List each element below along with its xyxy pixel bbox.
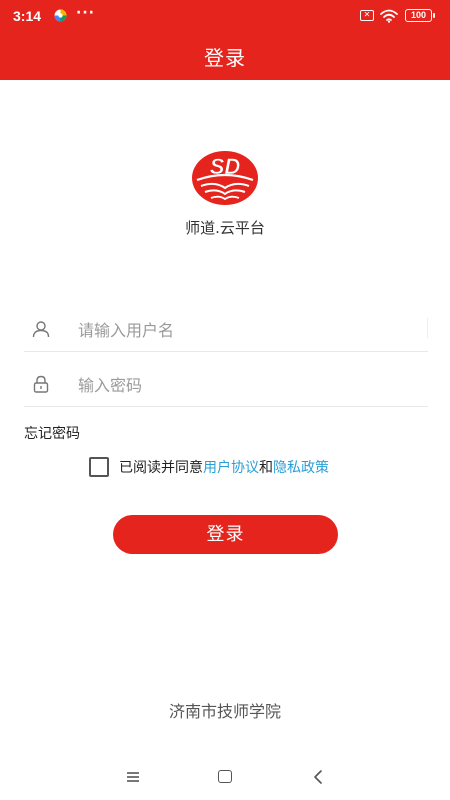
- wifi-icon: [380, 9, 398, 23]
- menu-icon[interactable]: [126, 771, 140, 783]
- password-field: [24, 363, 428, 407]
- privacy-policy-link[interactable]: 隐私政策: [273, 457, 329, 477]
- battery-icon: 100: [405, 9, 435, 22]
- system-nav-bar: [0, 755, 450, 800]
- agree-prefix-text: 已阅读并同意: [119, 460, 203, 476]
- sd-logo: SD: [192, 151, 258, 205]
- home-icon[interactable]: [218, 770, 232, 783]
- school-name: 济南市技师学院: [168, 702, 281, 721]
- forgot-password-link[interactable]: 忘记密码: [24, 423, 80, 443]
- platform-name: 师道.云平台: [185, 219, 265, 237]
- page-title: 登录: [204, 46, 246, 70]
- user-agreement-link[interactable]: 用户协议: [203, 457, 259, 477]
- password-input[interactable]: [78, 371, 418, 399]
- username-field: [24, 308, 428, 352]
- app-header: 3:14 ··· ✕ 100 登录: [0, 0, 450, 80]
- status-more-dots: ···: [76, 5, 95, 21]
- login-button[interactable]: 登录: [113, 515, 338, 554]
- field-divider: [427, 318, 428, 338]
- agreement-checkbox[interactable]: [89, 457, 109, 477]
- back-icon[interactable]: [312, 769, 324, 785]
- status-time: 3:14: [13, 8, 42, 24]
- lock-icon: [33, 375, 49, 393]
- agree-and-text: 和: [259, 460, 273, 476]
- app-notification-icon: [54, 9, 67, 22]
- agreement-row: 已阅读并同意 用户协议 和 隐私政策: [89, 456, 329, 478]
- username-input[interactable]: [78, 316, 418, 344]
- status-bar: 3:14 ··· ✕ 100: [0, 0, 450, 33]
- no-sim-icon: ✕: [360, 10, 374, 21]
- user-icon: [32, 321, 50, 338]
